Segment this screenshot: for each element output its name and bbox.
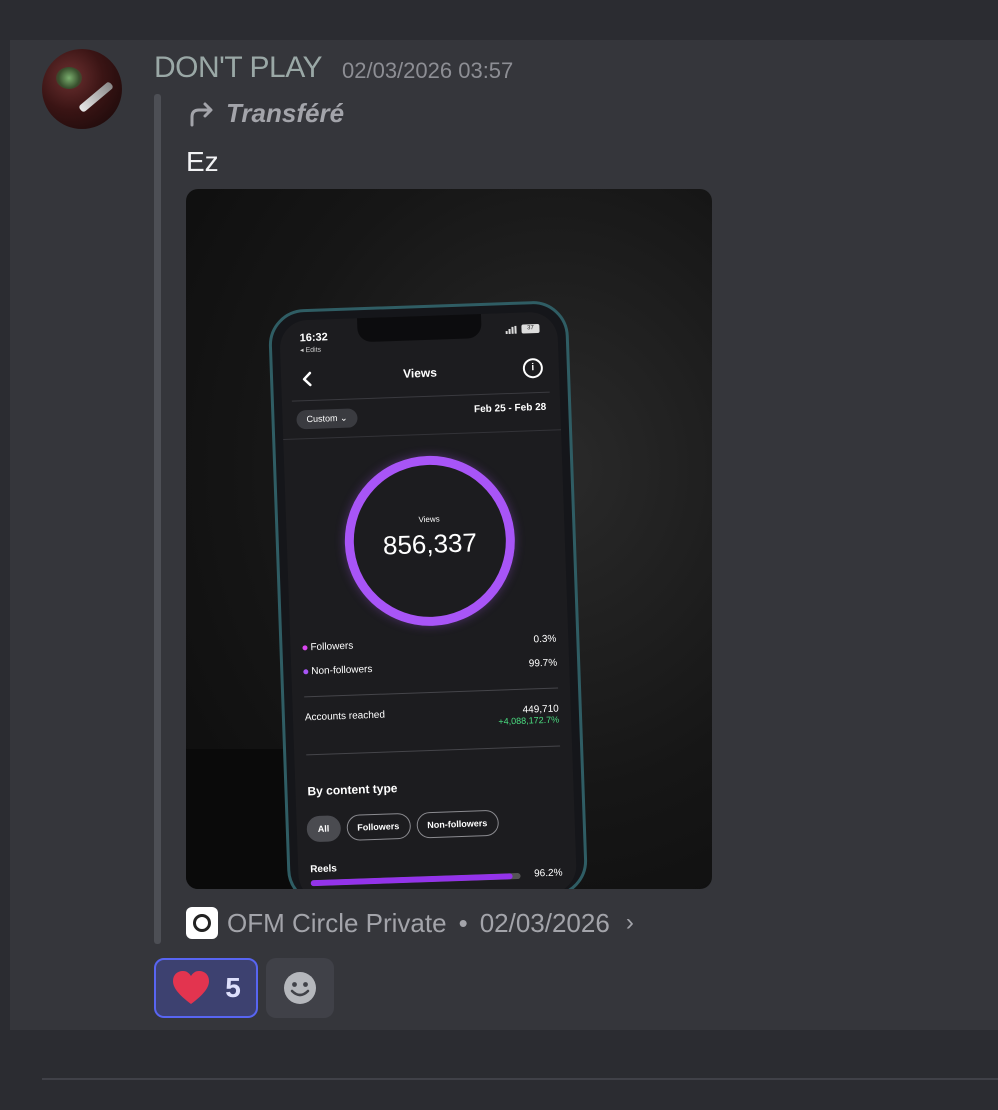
server-logo-mark xyxy=(193,914,211,932)
heart-icon xyxy=(173,971,210,1004)
legend-divider xyxy=(304,687,559,698)
followers-dot xyxy=(302,645,308,651)
reels-pct: 96.2% xyxy=(533,867,563,880)
date-range: Feb 25 - Feb 28 xyxy=(473,401,547,416)
signal-icon xyxy=(505,325,517,334)
phone-screen: 16:32 ◂ Edits 37 Views i Custom ⌄ Feb 25… xyxy=(279,311,578,889)
server-logo xyxy=(186,907,218,939)
followers-label: Followers xyxy=(310,640,354,654)
content-type-title: By content type xyxy=(307,781,398,799)
previous-message-area xyxy=(0,0,998,40)
username[interactable]: DON'T PLAY xyxy=(154,51,323,85)
screen-title: Views xyxy=(402,365,438,381)
forward-arrow-icon xyxy=(190,102,213,126)
accounts-reached-delta: +4,088,172.7% xyxy=(498,714,560,727)
reaction-heart[interactable]: 5 xyxy=(154,958,258,1018)
forwarded-label: Transféré xyxy=(226,98,345,128)
status-icons: 37 xyxy=(505,323,540,334)
phone-notch xyxy=(357,313,482,343)
followers-row: Followers 0.3% xyxy=(302,633,557,654)
source-date: 02/03/2026 xyxy=(479,907,610,938)
total-views: 856,337 xyxy=(382,527,478,561)
chip-all: All xyxy=(306,815,341,843)
accounts-reached-row: Accounts reached 449,710 +4,088,172.7% xyxy=(305,704,560,734)
channel-gutter xyxy=(0,40,10,1110)
content-type-chips: All Followers Non-followers xyxy=(306,809,499,843)
avatar-glow xyxy=(56,67,82,89)
ring-label: Views xyxy=(418,514,440,525)
chip-nonfollowers: Non-followers xyxy=(415,809,499,839)
reaction-count: 5 xyxy=(225,972,241,1003)
chevron-right-icon: › xyxy=(625,909,634,936)
reels-bar-fill xyxy=(310,873,513,887)
phone-device: 16:32 ◂ Edits 37 Views i Custom ⌄ Feb 25… xyxy=(267,299,589,889)
forward-source[interactable]: OFM Circle Private • 02/03/2026 › xyxy=(186,907,634,939)
add-reaction-button[interactable] xyxy=(266,958,334,1018)
forwarded-header: Transféré xyxy=(188,98,344,129)
chat-window: DON'T PLAY 02/03/2026 03:57 Transféré Ez… xyxy=(0,0,998,1110)
chip-followers: Followers xyxy=(345,812,411,841)
battery-icon: 37 xyxy=(521,323,540,334)
nonfollowers-dot xyxy=(303,669,309,675)
message-timestamp[interactable]: 02/03/2026 03:57 xyxy=(342,58,513,84)
message-divider xyxy=(42,1078,998,1080)
header-divider xyxy=(291,391,550,402)
source-separator: • xyxy=(458,907,468,938)
filter-pill: Custom ⌄ xyxy=(296,408,358,430)
nonfollowers-label: Non-followers xyxy=(311,663,373,678)
nonfollowers-row: Non-followers 99.7% xyxy=(303,658,557,678)
filter-divider xyxy=(283,429,562,440)
status-back-label: ◂ Edits xyxy=(299,346,322,355)
reels-bar xyxy=(310,872,521,887)
smiley-icon xyxy=(284,972,316,1004)
forward-quote-bar xyxy=(154,94,161,944)
avatar-streak xyxy=(78,81,114,113)
accounts-reached-values: 449,710 +4,088,172.7% xyxy=(498,704,560,727)
image-attachment[interactable]: 16:32 ◂ Edits 37 Views i Custom ⌄ Feb 25… xyxy=(186,189,712,889)
source-server-name: OFM Circle Private xyxy=(227,907,447,938)
message[interactable]: DON'T PLAY 02/03/2026 03:57 Transféré Ez… xyxy=(10,40,998,1030)
reels-label: Reels xyxy=(310,863,338,876)
message-text: Ez xyxy=(186,146,219,177)
reached-divider xyxy=(306,745,561,756)
views-ring: Views 856,337 xyxy=(341,452,518,629)
avatar[interactable] xyxy=(42,49,122,129)
followers-pct: 0.3% xyxy=(533,633,557,646)
accounts-reached-label: Accounts reached xyxy=(304,709,386,724)
nonfollowers-pct: 99.7% xyxy=(528,657,558,670)
status-time: 16:32 xyxy=(299,331,329,345)
